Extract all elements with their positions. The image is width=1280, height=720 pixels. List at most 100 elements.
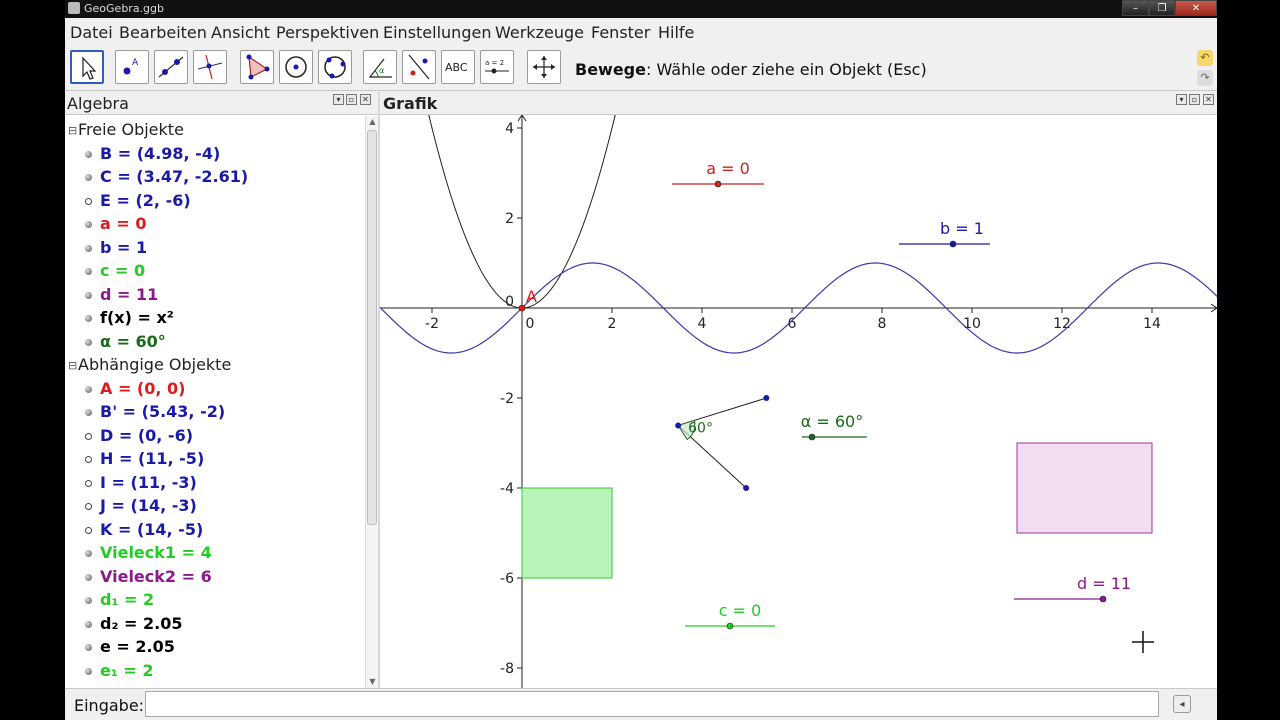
algebra-item[interactable]: d = 11 — [85, 285, 158, 304]
panel-close-icon[interactable]: ✕ — [1203, 94, 1214, 105]
algebra-item[interactable]: f(x) = x² — [85, 308, 174, 327]
menu-fenster[interactable]: Fenster — [591, 23, 650, 42]
visibility-on-icon[interactable] — [85, 644, 92, 651]
slider-knob[interactable] — [714, 180, 722, 188]
circle-three-points-icon — [324, 56, 346, 79]
slider-knob[interactable] — [726, 622, 734, 630]
algebra-item[interactable]: B = (4.98, -4) — [85, 144, 220, 163]
algebra-item[interactable]: I = (11, -3) — [85, 473, 197, 492]
point[interactable] — [743, 485, 750, 491]
algebra-item[interactable]: Vieleck1 = 4 — [85, 543, 212, 562]
menu-bearbeiten[interactable]: Bearbeiten — [119, 23, 207, 42]
circle-center-tool-button[interactable] — [279, 50, 313, 84]
algebra-item[interactable]: E = (2, -6) — [85, 191, 191, 210]
point[interactable] — [763, 395, 770, 401]
slider-knob[interactable] — [949, 240, 957, 248]
algebra-item[interactable]: d₂ = 2.05 — [85, 614, 182, 633]
visibility-off-icon[interactable] — [85, 456, 92, 463]
slider-tool-button[interactable]: a = 2 — [480, 50, 514, 84]
visibility-off-icon[interactable] — [85, 503, 92, 510]
visibility-off-icon[interactable] — [85, 432, 92, 440]
algebra-item[interactable]: J = (14, -3) — [85, 496, 197, 515]
visibility-off-icon[interactable] — [85, 526, 92, 534]
algebra-item[interactable]: B' = (5.43, -2) — [85, 402, 225, 421]
move-view-tool-button[interactable] — [527, 50, 561, 84]
group-freie-objekte[interactable]: ⊟Freie Objekte — [68, 120, 184, 139]
algebra-item[interactable]: c = 0 — [85, 261, 145, 280]
polygon-vieleck1[interactable] — [521, 487, 613, 579]
visibility-off-icon[interactable] — [85, 479, 92, 487]
visibility-on-icon[interactable] — [85, 150, 92, 158]
undo-icon[interactable]: ↶ — [1197, 50, 1213, 66]
algebra-scrollbar[interactable]: ▲ ▼ — [365, 116, 379, 688]
menu-perspektiven[interactable]: Perspektiven — [276, 23, 379, 42]
reflect-tool-button[interactable] — [402, 50, 436, 84]
scroll-thumb[interactable] — [367, 130, 377, 525]
algebra-item[interactable]: a = 0 — [85, 214, 146, 233]
move-tool-button[interactable] — [70, 50, 104, 84]
group-abhaengige-objekte[interactable]: ⊟Abhängige Objekte — [68, 355, 231, 374]
slider-knob[interactable] — [808, 433, 816, 441]
angle-construction[interactable]: 60° — [675, 395, 770, 491]
polygon-vieleck2[interactable] — [1016, 442, 1153, 534]
input-help-icon[interactable]: ◂ — [1173, 695, 1191, 713]
visibility-on-icon[interactable] — [85, 315, 92, 322]
close-button[interactable]: ✕ — [1175, 0, 1217, 16]
panel-undock-icon[interactable]: ▫ — [346, 94, 357, 105]
graphics-canvas[interactable]: -2 0 2 4 6 8 10 12 14420-2-4-6-8 60° a = 0b = 1c… — [380, 115, 1217, 688]
redo-icon[interactable]: ↷ — [1197, 70, 1213, 86]
text-tool-button[interactable]: ABC — [441, 50, 475, 84]
visibility-on-icon[interactable] — [85, 291, 92, 299]
point-a-marker[interactable] — [518, 304, 526, 312]
algebra-item-text: d₂ = 2.05 — [100, 613, 183, 633]
angle-tool-button[interactable]: α — [363, 50, 397, 84]
line-tool-button[interactable] — [154, 50, 188, 84]
algebra-item[interactable]: Vieleck2 = 6 — [85, 567, 212, 586]
algebra-item[interactable]: e = 2.05 — [85, 637, 175, 656]
maximize-button[interactable]: ❐ — [1149, 0, 1175, 16]
panel-close-icon[interactable]: ✕ — [360, 94, 371, 105]
polygon-tool-button[interactable] — [240, 50, 274, 84]
panel-menu-icon[interactable]: ▾ — [1176, 94, 1187, 105]
slider-knob[interactable] — [1099, 595, 1107, 603]
algebra-item[interactable]: A = (0, 0) — [85, 379, 185, 398]
panel-undock-icon[interactable]: ▫ — [1189, 94, 1200, 105]
algebra-item[interactable]: b = 1 — [85, 238, 147, 257]
visibility-on-icon[interactable] — [85, 221, 92, 228]
visibility-on-icon[interactable] — [85, 174, 92, 181]
algebra-item-text: A = (0, 0) — [100, 378, 186, 398]
visibility-on-icon[interactable] — [85, 597, 92, 604]
visibility-off-icon[interactable] — [85, 197, 92, 205]
input-field[interactable] — [145, 691, 1159, 717]
point-tool-button[interactable]: A — [115, 50, 149, 84]
algebra-item[interactable]: d₁ = 2 — [85, 590, 154, 609]
collapse-toggle-icon[interactable]: ⊟ — [68, 124, 78, 137]
visibility-on-icon[interactable] — [85, 573, 92, 581]
visibility-on-icon[interactable] — [85, 385, 92, 393]
algebra-item[interactable]: C = (3.47, -2.61) — [85, 167, 248, 186]
visibility-on-icon[interactable] — [85, 244, 92, 252]
collapse-toggle-icon[interactable]: ⊟ — [68, 359, 78, 372]
perpendicular-tool-button[interactable] — [193, 50, 227, 84]
algebra-item[interactable]: α = 60° — [85, 332, 166, 351]
minimize-button[interactable]: – — [1122, 0, 1149, 16]
menu-datei[interactable]: Datei — [70, 23, 113, 42]
menu-einstellungen[interactable]: Einstellungen — [383, 23, 491, 42]
menu-werkzeuge[interactable]: Werkzeuge — [495, 23, 584, 42]
panel-menu-icon[interactable]: ▾ — [333, 94, 344, 105]
visibility-on-icon[interactable] — [85, 409, 92, 416]
algebra-item[interactable]: H = (11, -5) — [85, 449, 204, 468]
point[interactable] — [675, 422, 682, 429]
algebra-item[interactable]: D = (0, -6) — [85, 426, 193, 445]
menu-hilfe[interactable]: Hilfe — [658, 23, 694, 42]
algebra-item[interactable]: K = (14, -5) — [85, 520, 203, 539]
visibility-on-icon[interactable] — [85, 338, 92, 346]
group-label: Freie Objekte — [78, 120, 184, 139]
circle-three-points-tool-button[interactable] — [318, 50, 352, 84]
visibility-on-icon[interactable] — [85, 620, 92, 628]
visibility-on-icon[interactable] — [85, 550, 92, 557]
visibility-on-icon[interactable] — [85, 268, 92, 275]
algebra-item[interactable]: e₁ = 2 — [85, 661, 154, 680]
menu-ansicht[interactable]: Ansicht — [211, 23, 270, 42]
visibility-on-icon[interactable] — [85, 667, 92, 675]
